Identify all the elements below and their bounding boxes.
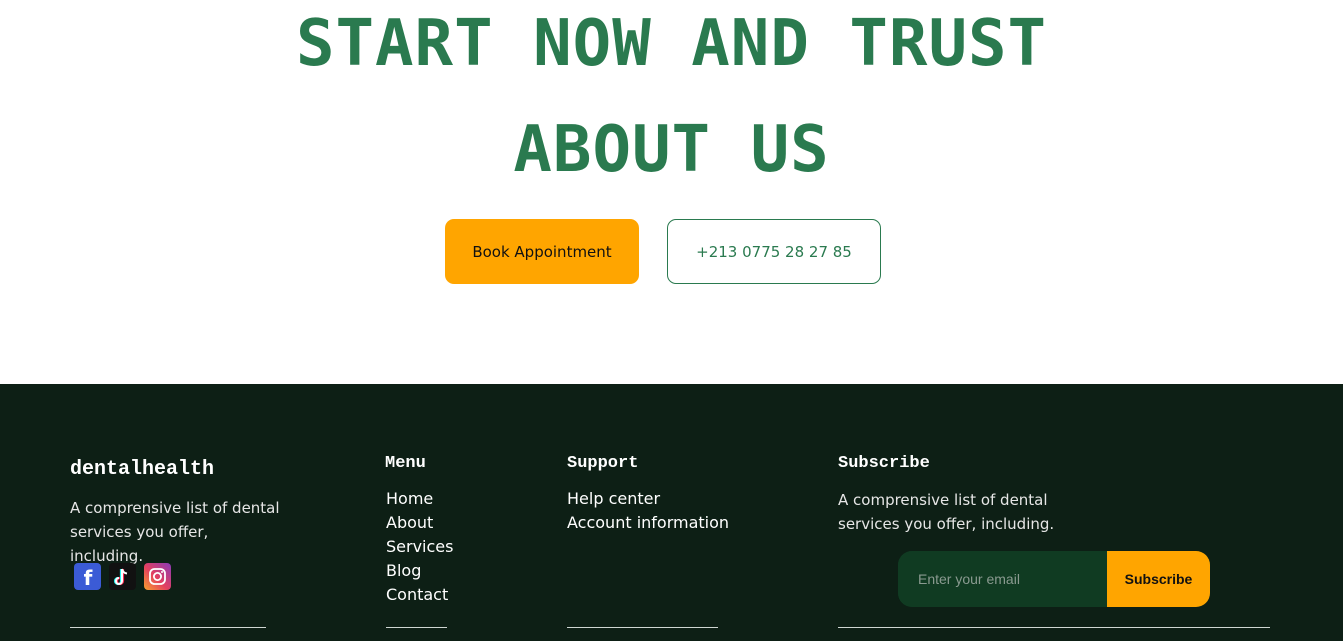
menu-item-services[interactable]: Services [386,535,453,559]
footer-divider [70,627,266,628]
social-links: f [74,563,171,590]
support-item-account-information[interactable]: Account information [567,511,729,535]
subscribe-form: Subscribe [898,551,1210,607]
tiktok-icon[interactable] [109,563,136,590]
hero-headline-line1: START NOW AND TRUST [295,7,1048,81]
support-title: Support [567,454,639,473]
subscribe-description: A comprensive list of dental services yo… [838,491,1055,533]
subscribe-button[interactable]: Subscribe [1107,551,1210,607]
menu-title: Menu [385,454,426,473]
instagram-icon[interactable] [144,563,171,590]
svg-text:f: f [84,566,93,590]
hero-section: START NOW AND TRUST ABOUT US Book Appoin… [0,0,1343,384]
facebook-icon[interactable]: f [74,563,101,590]
site-footer: dentalhealth A comprensive list of denta… [0,384,1343,641]
hero-headline-line2: ABOUT US [513,113,830,187]
footer-brand[interactable]: dentalhealth [70,458,214,481]
menu-item-contact[interactable]: Contact [386,583,453,607]
book-appointment-button[interactable]: Book Appointment [445,219,639,284]
footer-divider [386,627,447,628]
footer-divider [838,627,1270,628]
email-input[interactable] [898,551,1107,607]
support-list: Help center Account information [567,487,729,535]
menu-item-about[interactable]: About [386,511,453,535]
footer-divider [567,627,718,628]
support-item-help-center[interactable]: Help center [567,487,729,511]
subscribe-title: Subscribe [838,454,930,473]
phone-button[interactable]: +213 0775 28 27 85 [667,219,881,284]
menu-list: Home About Services Blog Contact [386,487,453,607]
menu-item-home[interactable]: Home [386,487,453,511]
footer-brand-description: A comprensive list of dental services yo… [70,499,280,565]
menu-item-blog[interactable]: Blog [386,559,453,583]
